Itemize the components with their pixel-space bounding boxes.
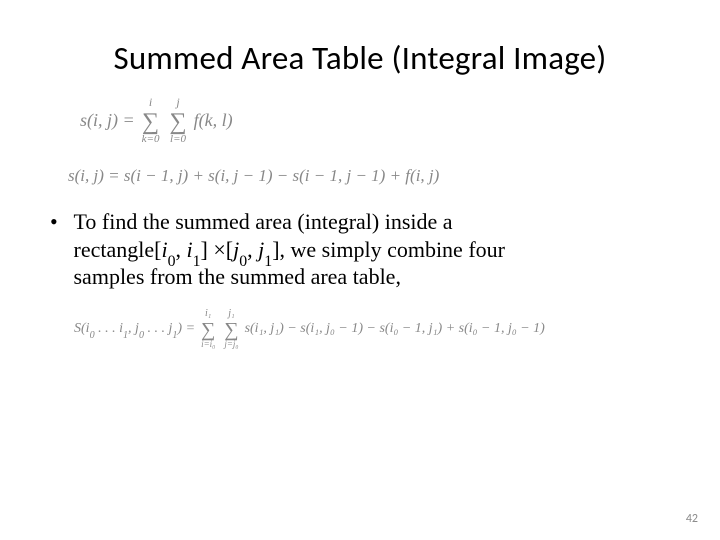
eq3-sum1-lower: i=i₀ [201,340,215,350]
equation-summed-area-def: s(i, j) = i ∑ k=0 j ∑ l=0 f(k, l) [80,96,670,146]
body-text: To find the summed area (integral) insid… [74,208,664,291]
sigma-icon: i ∑ k=0 [142,96,160,146]
eq1-lhs: s(i, j) = [80,111,135,131]
eq1-sum1-upper: i [149,96,152,110]
equation-rectangle-sum: S(i0 . . . i1, j0 . . . j1) = i₁ ∑ i=i₀ … [74,309,670,350]
slide: Summed Area Table (Integral Image) s(i, … [0,0,720,540]
eq3-sum2-upper: j₁ [228,309,234,320]
eq3-lhs: S(i0 . . . i1, j0 . . . j1) = [74,321,195,337]
eq1-rhs: f(k, l) [194,111,233,131]
eq1-sum1-lower: k=0 [142,134,160,146]
eq1-sum2-lower: l=0 [170,134,186,146]
equation-recursive: s(i, j) = s(i − 1, j) + s(i, j − 1) − s(… [68,166,670,186]
body-bullet: • To find the summed area (integral) ins… [50,208,670,291]
eq1-sum2-upper: j [176,96,179,110]
slide-title: Summed Area Table (Integral Image) [50,38,670,78]
sigma-icon: j ∑ l=0 [169,96,186,146]
eq3-terms: s(i₁, j₁) − s(i₁, j₀ − 1) − s(i₀ − 1, j₁… [245,321,545,337]
sigma-icon: j₁ ∑ j=j₀ [224,309,238,350]
eq3-sum1-upper: i₁ [205,309,211,320]
bullet-icon: • [50,208,68,236]
eq3-sum2-lower: j=j₀ [224,340,238,350]
sigma-icon: i₁ ∑ i=i₀ [201,309,215,350]
page-number: 42 [686,512,698,526]
